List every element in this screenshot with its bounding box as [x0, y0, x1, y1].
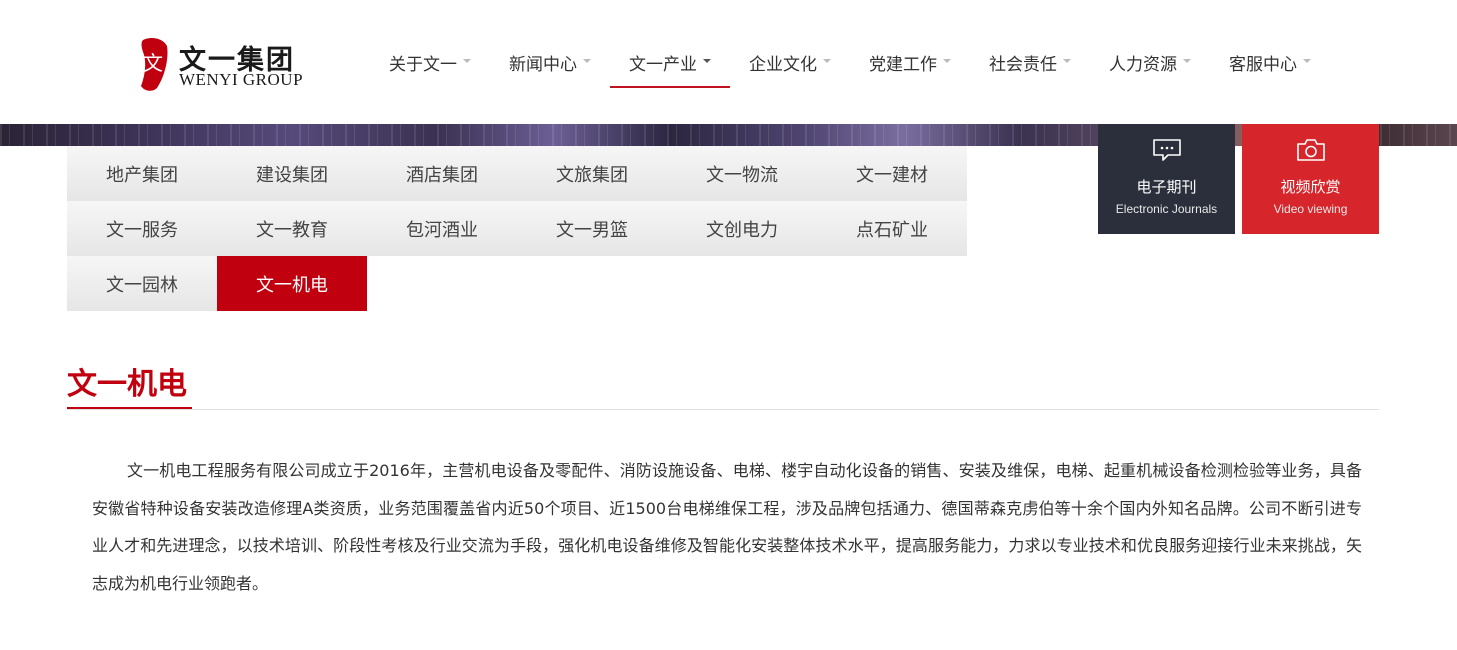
industry-item[interactable]: 地产集团 — [67, 146, 217, 201]
chevron-down-icon — [1183, 59, 1191, 63]
site-header: 文 文一集团 WENYI GROUP 关于文一 新闻中心 文一产业 企业文化 党建工作 社… — [0, 0, 1457, 124]
industry-item[interactable]: 点石矿业 — [817, 201, 967, 256]
chat-bubble-icon — [1152, 139, 1181, 161]
industry-item[interactable]: 文创电力 — [667, 201, 817, 256]
industry-row: 地产集团 建设集团 酒店集团 文旅集团 文一物流 文一建材 — [67, 146, 967, 201]
nav-item-label: 社会责任 — [989, 55, 1057, 75]
video-viewing-label-en: Video viewing — [1273, 202, 1348, 216]
nav-item-6[interactable]: 人力资源 — [1090, 40, 1210, 88]
nav-item-1[interactable]: 新闻中心 — [490, 40, 610, 88]
section-body: 文一机电工程服务有限公司成立于2016年，主营机电设备及零配件、消防设施设备、电… — [92, 461, 1362, 593]
nav-item-2[interactable]: 文一产业 — [610, 40, 730, 88]
logo-mark-char: 文 — [143, 51, 163, 75]
nav-item-label: 新闻中心 — [509, 55, 577, 75]
nav-item-label: 党建工作 — [869, 55, 937, 75]
industry-item[interactable]: 文一建材 — [817, 146, 967, 201]
nav-item-label: 客服中心 — [1229, 55, 1297, 75]
nav-item-label: 文一产业 — [629, 55, 697, 75]
nav-item-0[interactable]: 关于文一 — [370, 40, 490, 88]
chevron-down-icon — [823, 59, 831, 63]
chevron-down-icon — [583, 59, 591, 63]
nav-item-label: 人力资源 — [1109, 55, 1177, 75]
main-nav: 关于文一 新闻中心 文一产业 企业文化 党建工作 社会责任 人力资源 客服中心 — [370, 40, 1330, 88]
electronic-journals-button[interactable]: 电子期刊 Electronic Journals — [1098, 124, 1235, 234]
industry-item[interactable]: 建设集团 — [217, 146, 367, 201]
nav-item-7[interactable]: 客服中心 — [1210, 40, 1330, 88]
industry-item[interactable]: 文一物流 — [667, 146, 817, 201]
industry-item[interactable]: 文一服务 — [67, 201, 217, 256]
nav-item-5[interactable]: 社会责任 — [970, 40, 1090, 88]
industry-item[interactable]: 文一教育 — [217, 201, 367, 256]
industry-row: 文一园林 文一机电 — [67, 256, 367, 311]
industry-item[interactable]: 包河酒业 — [367, 201, 517, 256]
video-viewing-button[interactable]: 视频欣赏 Video viewing — [1242, 124, 1379, 234]
chevron-down-icon — [1063, 59, 1071, 63]
industry-row: 文一服务 文一教育 包河酒业 文一男篮 文创电力 点石矿业 — [67, 201, 967, 256]
logo-english-name: WENYI GROUP — [179, 70, 304, 89]
section-title: 文一机电 — [67, 367, 187, 402]
chevron-down-icon — [463, 59, 471, 63]
nav-item-3[interactable]: 企业文化 — [730, 40, 850, 88]
title-divider — [67, 409, 1379, 410]
title-underline — [67, 407, 192, 409]
chevron-down-icon — [703, 59, 711, 63]
industry-item[interactable]: 酒店集团 — [367, 146, 517, 201]
electronic-journals-label: 电子期刊 — [1136, 178, 1197, 196]
industry-item[interactable]: 文一男篮 — [517, 201, 667, 256]
camera-icon — [1296, 139, 1325, 161]
nav-item-label: 关于文一 — [389, 55, 457, 75]
electronic-journals-label-en: Electronic Journals — [1115, 202, 1218, 216]
logo-mark-icon: 文 — [141, 38, 168, 91]
video-viewing-label: 视频欣赏 — [1280, 178, 1341, 196]
industry-item[interactable]: 文一园林 — [67, 256, 217, 311]
banner-strip — [0, 124, 1457, 146]
chevron-down-icon — [943, 59, 951, 63]
industry-item[interactable]: 文旅集团 — [517, 146, 667, 201]
nav-item-4[interactable]: 党建工作 — [850, 40, 970, 88]
chevron-down-icon — [1303, 59, 1311, 63]
industry-item[interactable]: 文一机电 — [217, 256, 367, 311]
logo[interactable]: 文 文一集团 WENYI GROUP — [137, 34, 327, 94]
nav-item-label: 企业文化 — [749, 55, 817, 75]
